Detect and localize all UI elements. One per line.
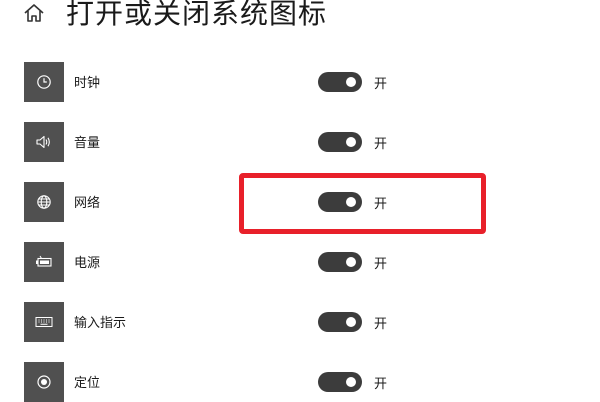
setting-label-input: 输入指示 <box>74 316 127 331</box>
toggle-state-volume: 开 <box>374 137 388 152</box>
setting-row-volume: 音量 开 <box>0 122 600 162</box>
keyboard-icon-tile <box>24 302 64 342</box>
toggle-state-power: 开 <box>374 257 388 272</box>
battery-icon-tile <box>24 242 64 282</box>
setting-label-power: 电源 <box>74 256 101 271</box>
toggle-volume[interactable] <box>318 132 362 152</box>
toggle-location[interactable] <box>318 372 362 392</box>
toggle-clock[interactable] <box>318 72 362 92</box>
globe-icon-tile <box>24 182 64 222</box>
location-icon <box>36 374 52 390</box>
setting-row-input: 输入指示 开 <box>0 302 600 342</box>
setting-row-location: 定位 开 <box>0 362 600 402</box>
keyboard-icon <box>35 316 53 328</box>
clock-icon-tile <box>24 62 64 102</box>
setting-label-clock: 时钟 <box>74 76 101 91</box>
toggle-knob <box>346 137 356 147</box>
battery-icon <box>35 255 53 269</box>
toggle-state-location: 开 <box>374 377 388 392</box>
clock-icon <box>36 74 52 90</box>
toggle-input[interactable] <box>318 312 362 332</box>
toggle-state-input: 开 <box>374 317 388 332</box>
globe-icon <box>36 194 52 210</box>
volume-icon <box>35 134 53 150</box>
toggle-knob <box>346 377 356 387</box>
setting-row-clock: 时钟 开 <box>0 62 600 102</box>
system-icons-list: 时钟 开 音量 开 网络 开 电源 开 输入指示 开 定位 开 <box>0 0 600 402</box>
volume-icon-tile <box>24 122 64 162</box>
location-icon-tile <box>24 362 64 402</box>
toggle-knob <box>346 317 356 327</box>
toggle-state-network: 开 <box>374 197 388 212</box>
setting-row-power: 电源 开 <box>0 242 600 282</box>
toggle-state-clock: 开 <box>374 77 388 92</box>
toggle-knob <box>346 257 356 267</box>
toggle-network[interactable] <box>318 192 362 212</box>
setting-row-network: 网络 开 <box>0 182 600 222</box>
toggle-knob <box>346 197 356 207</box>
setting-label-network: 网络 <box>74 196 101 211</box>
setting-label-location: 定位 <box>74 376 101 391</box>
setting-label-volume: 音量 <box>74 136 101 151</box>
toggle-knob <box>346 77 356 87</box>
toggle-power[interactable] <box>318 252 362 272</box>
